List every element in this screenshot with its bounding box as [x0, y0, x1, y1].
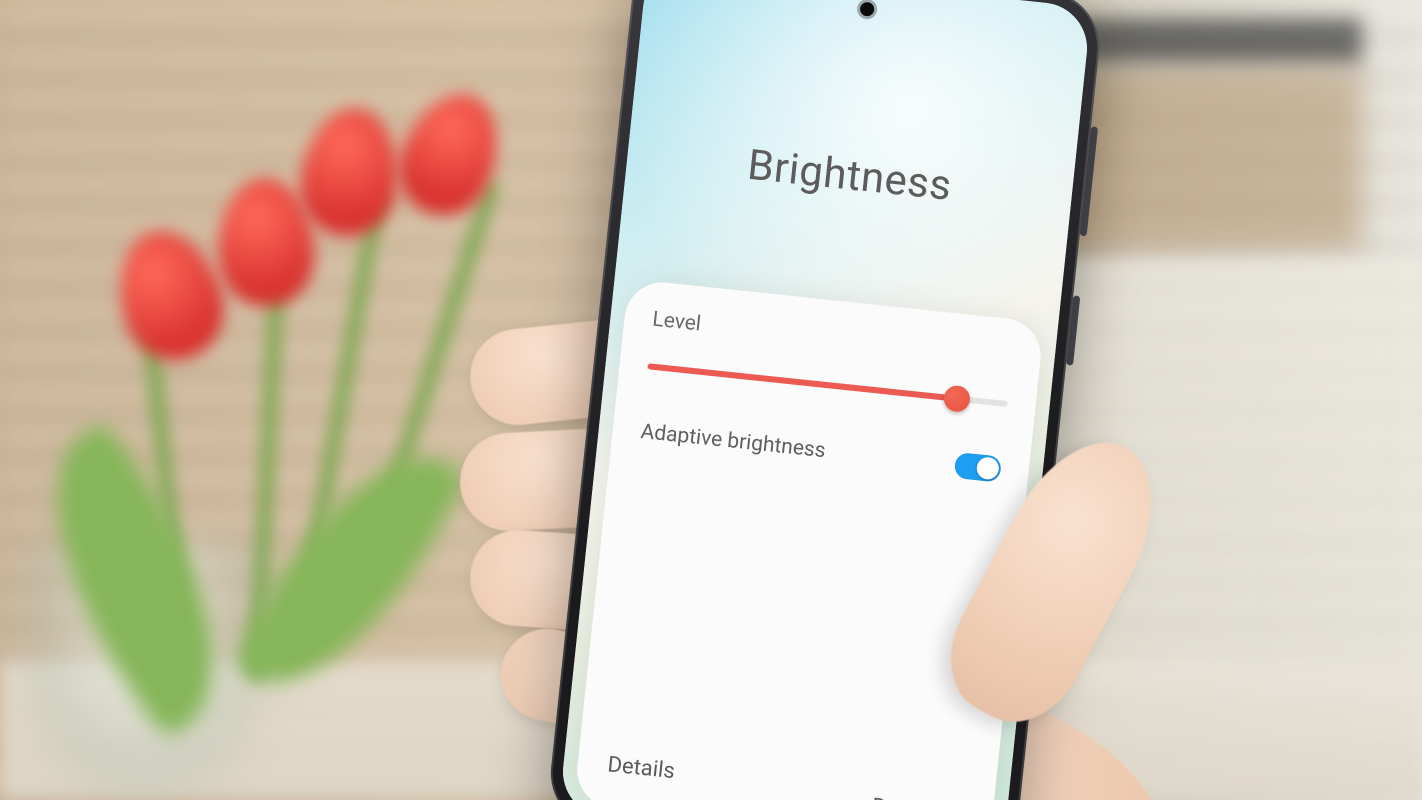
spacer	[582, 462, 1026, 771]
details-button[interactable]: Details	[606, 752, 676, 784]
photo-scene: Brightness Level Adaptive brightness	[0, 0, 1422, 800]
adaptive-brightness-toggle[interactable]	[954, 452, 1002, 483]
toggle-knob	[976, 456, 1000, 480]
adaptive-brightness-label: Adaptive brightness	[639, 420, 826, 463]
slider-thumb[interactable]	[943, 384, 972, 413]
done-button[interactable]: Done	[871, 794, 924, 800]
panel-title: Brightness	[625, 128, 1074, 223]
settings-card: Level Adaptive brightness	[573, 279, 1044, 800]
